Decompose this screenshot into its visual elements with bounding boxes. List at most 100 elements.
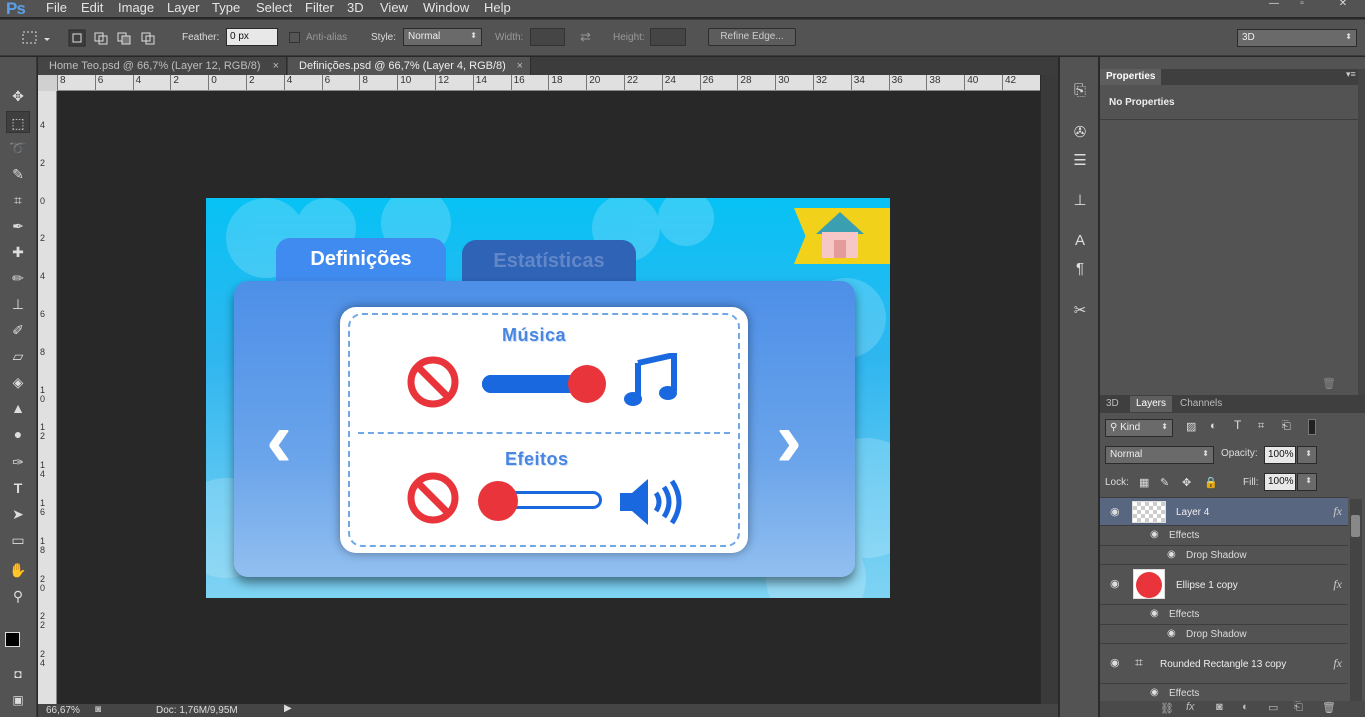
effects-row[interactable]: ◉ Effects bbox=[1100, 605, 1348, 625]
menu-type[interactable]: Type bbox=[212, 0, 240, 15]
drop-shadow-eye-icon[interactable]: ◉ bbox=[1167, 549, 1176, 560]
effects-slider-knob[interactable] bbox=[478, 481, 518, 521]
adjustments-icon[interactable]: ☰ bbox=[1070, 151, 1090, 171]
ruler-top[interactable]: 8 6 4 2 0 2 4 6 8 10 12 14 16 18 20 22 24 26 28 30 32 34 36 38 4… bbox=[57, 75, 1040, 91]
quick-mask-icon[interactable]: ◘ bbox=[6, 663, 30, 685]
menu-3d[interactable]: 3D bbox=[347, 0, 364, 15]
eraser-tool-icon[interactable]: ▱ bbox=[6, 345, 30, 367]
crop-tool-icon[interactable]: ⌗ bbox=[6, 189, 30, 211]
status-info-icon[interactable]: ◙ bbox=[95, 704, 101, 715]
fill-input[interactable]: 100% bbox=[1264, 473, 1296, 491]
effects-eye-icon[interactable]: ◉ bbox=[1150, 529, 1159, 540]
healing-brush-tool-icon[interactable]: ✚ bbox=[6, 241, 30, 263]
layer-row-rounded-rectangle-13-copy[interactable]: ◉ ⌗ Rounded Rectangle 13 copy fx bbox=[1100, 644, 1348, 684]
mute-music-icon[interactable] bbox=[404, 353, 464, 411]
next-arrow-icon[interactable]: › bbox=[776, 400, 802, 478]
previous-arrow-icon[interactable]: ‹ bbox=[266, 400, 292, 478]
tab-definicoes[interactable]: Definições.psd @ 66,7% (Layer 4, RGB/8) … bbox=[288, 57, 531, 75]
visibility-eye-icon[interactable]: ◉ bbox=[1110, 505, 1120, 518]
lock-transparent-icon[interactable]: ▦ bbox=[1139, 476, 1149, 489]
history-brush-tool-icon[interactable]: ✐ bbox=[6, 319, 30, 341]
fill-dropdown[interactable] bbox=[1297, 473, 1317, 491]
layers-scroll-thumb[interactable] bbox=[1351, 515, 1360, 537]
filter-shape-icon[interactable]: ⌗ bbox=[1258, 420, 1264, 433]
paragraph-panel-icon[interactable]: ¶ bbox=[1070, 259, 1090, 279]
mute-effects-icon[interactable] bbox=[404, 469, 464, 527]
workspace-select[interactable]: 3D bbox=[1237, 29, 1357, 47]
visibility-eye-icon[interactable]: ◉ bbox=[1110, 577, 1120, 590]
visibility-eye-icon[interactable]: ◉ bbox=[1110, 656, 1120, 669]
opacity-input[interactable]: 100% bbox=[1264, 446, 1296, 464]
layer-row-ellipse-1-copy[interactable]: ◉ Ellipse 1 copy fx bbox=[1100, 565, 1348, 605]
blur-tool-icon[interactable]: ▲ bbox=[6, 397, 30, 419]
paint-bucket-tool-icon[interactable]: ◈ bbox=[6, 371, 30, 393]
tab-channels[interactable]: Channels bbox=[1174, 396, 1228, 412]
effects-eye-icon[interactable]: ◉ bbox=[1150, 687, 1159, 698]
tab-3d[interactable]: 3D bbox=[1100, 396, 1125, 412]
restore-button[interactable]: ▫ bbox=[1290, 0, 1314, 10]
add-style-icon[interactable]: fx bbox=[1186, 701, 1195, 713]
lasso-tool-icon[interactable]: ➰ bbox=[6, 137, 30, 159]
tab-layers[interactable]: Layers bbox=[1130, 396, 1173, 412]
screen-mode-icon[interactable]: ▣ bbox=[6, 689, 30, 711]
filter-pixel-icon[interactable]: ▨ bbox=[1186, 420, 1196, 433]
tool-presets-icon[interactable]: ✂ bbox=[1070, 301, 1090, 321]
menu-layer[interactable]: Layer bbox=[167, 0, 200, 15]
filter-type-icon[interactable]: T bbox=[1234, 418, 1241, 432]
music-slider-knob[interactable] bbox=[568, 365, 606, 403]
menu-window[interactable]: Window bbox=[423, 0, 469, 15]
refine-edge-button[interactable]: Refine Edge... bbox=[708, 28, 796, 46]
menu-file[interactable]: File bbox=[46, 0, 67, 15]
ruler-left[interactable]: 42024681012141618202224 bbox=[38, 91, 57, 704]
properties-delete-icon[interactable]: 🗑 bbox=[1322, 377, 1336, 390]
feather-input[interactable]: 0 px bbox=[226, 28, 278, 46]
opacity-dropdown[interactable] bbox=[1297, 446, 1317, 464]
filter-smart-object-icon[interactable]: ⎗ bbox=[1282, 420, 1291, 433]
properties-scrollbar[interactable] bbox=[1358, 69, 1365, 395]
clone-stamp-tool-icon[interactable]: ⊥ bbox=[6, 293, 30, 315]
quick-selection-tool-icon[interactable]: ✎ bbox=[6, 163, 30, 185]
close-tab-icon[interactable]: × bbox=[273, 57, 279, 75]
canvas-vertical-scrollbar[interactable] bbox=[1040, 75, 1058, 704]
dodge-tool-icon[interactable]: ● bbox=[6, 423, 30, 445]
brush-tool-icon[interactable]: ✏ bbox=[6, 267, 30, 289]
menu-edit[interactable]: Edit bbox=[81, 0, 103, 15]
rectangle-tool-icon[interactable]: ▭ bbox=[6, 529, 30, 551]
clone-source-icon[interactable]: ⊥ bbox=[1070, 191, 1090, 211]
width-input[interactable] bbox=[530, 28, 565, 46]
ruler-origin[interactable] bbox=[38, 75, 57, 91]
drop-shadow-row[interactable]: ◉ Drop Shadow bbox=[1100, 625, 1348, 644]
blend-mode-select[interactable]: Normal bbox=[1105, 446, 1214, 464]
tab-home-teo[interactable]: Home Teo.psd @ 66,7% (Layer 12, RGB/8) × bbox=[38, 57, 287, 75]
minimize-button[interactable]: — bbox=[1262, 0, 1286, 10]
eyedropper-tool-icon[interactable]: ✒ bbox=[6, 215, 30, 237]
drop-shadow-row[interactable]: ◉ Drop Shadow bbox=[1100, 546, 1348, 565]
zoom-level[interactable]: 66,67% bbox=[46, 705, 80, 716]
lock-all-icon[interactable]: 🔒 bbox=[1204, 476, 1218, 489]
layers-scrollbar[interactable] bbox=[1350, 499, 1362, 701]
document-canvas[interactable]: Definições Estatísticas ‹ › Música Efeit… bbox=[206, 198, 890, 598]
menu-help[interactable]: Help bbox=[484, 0, 511, 15]
effects-slider[interactable] bbox=[478, 481, 604, 521]
foreground-color-swatch[interactable] bbox=[5, 632, 20, 647]
drop-shadow-eye-icon[interactable]: ◉ bbox=[1167, 628, 1176, 639]
pen-tool-icon[interactable]: ✑ bbox=[6, 451, 30, 473]
filter-toggle[interactable] bbox=[1308, 419, 1316, 435]
music-slider[interactable] bbox=[482, 365, 606, 403]
style-select[interactable]: Normal bbox=[403, 28, 482, 46]
history-panel-icon[interactable]: ⎘ bbox=[1070, 81, 1090, 101]
menu-image[interactable]: Image bbox=[118, 0, 154, 15]
lock-position-icon[interactable]: ✥ bbox=[1182, 476, 1191, 489]
panel-menu-icon[interactable]: ▾≡ bbox=[1346, 69, 1356, 80]
zoom-tool-icon[interactable]: ⚲ bbox=[6, 585, 30, 607]
hand-tool-icon[interactable]: ✋ bbox=[6, 559, 30, 581]
filter-kind-select[interactable]: ⚲ Kind bbox=[1105, 419, 1173, 437]
move-tool-icon[interactable]: ✥ bbox=[6, 85, 30, 107]
effects-row[interactable]: ◉ Effects bbox=[1100, 684, 1348, 702]
lock-image-icon[interactable]: ✎ bbox=[1160, 476, 1169, 489]
add-mask-icon[interactable]: ◙ bbox=[1216, 701, 1223, 713]
menu-filter[interactable]: Filter bbox=[305, 0, 334, 15]
character-panel-icon[interactable]: A bbox=[1070, 231, 1090, 251]
home-icon[interactable] bbox=[812, 210, 868, 260]
antialias-checkbox[interactable] bbox=[289, 32, 300, 43]
